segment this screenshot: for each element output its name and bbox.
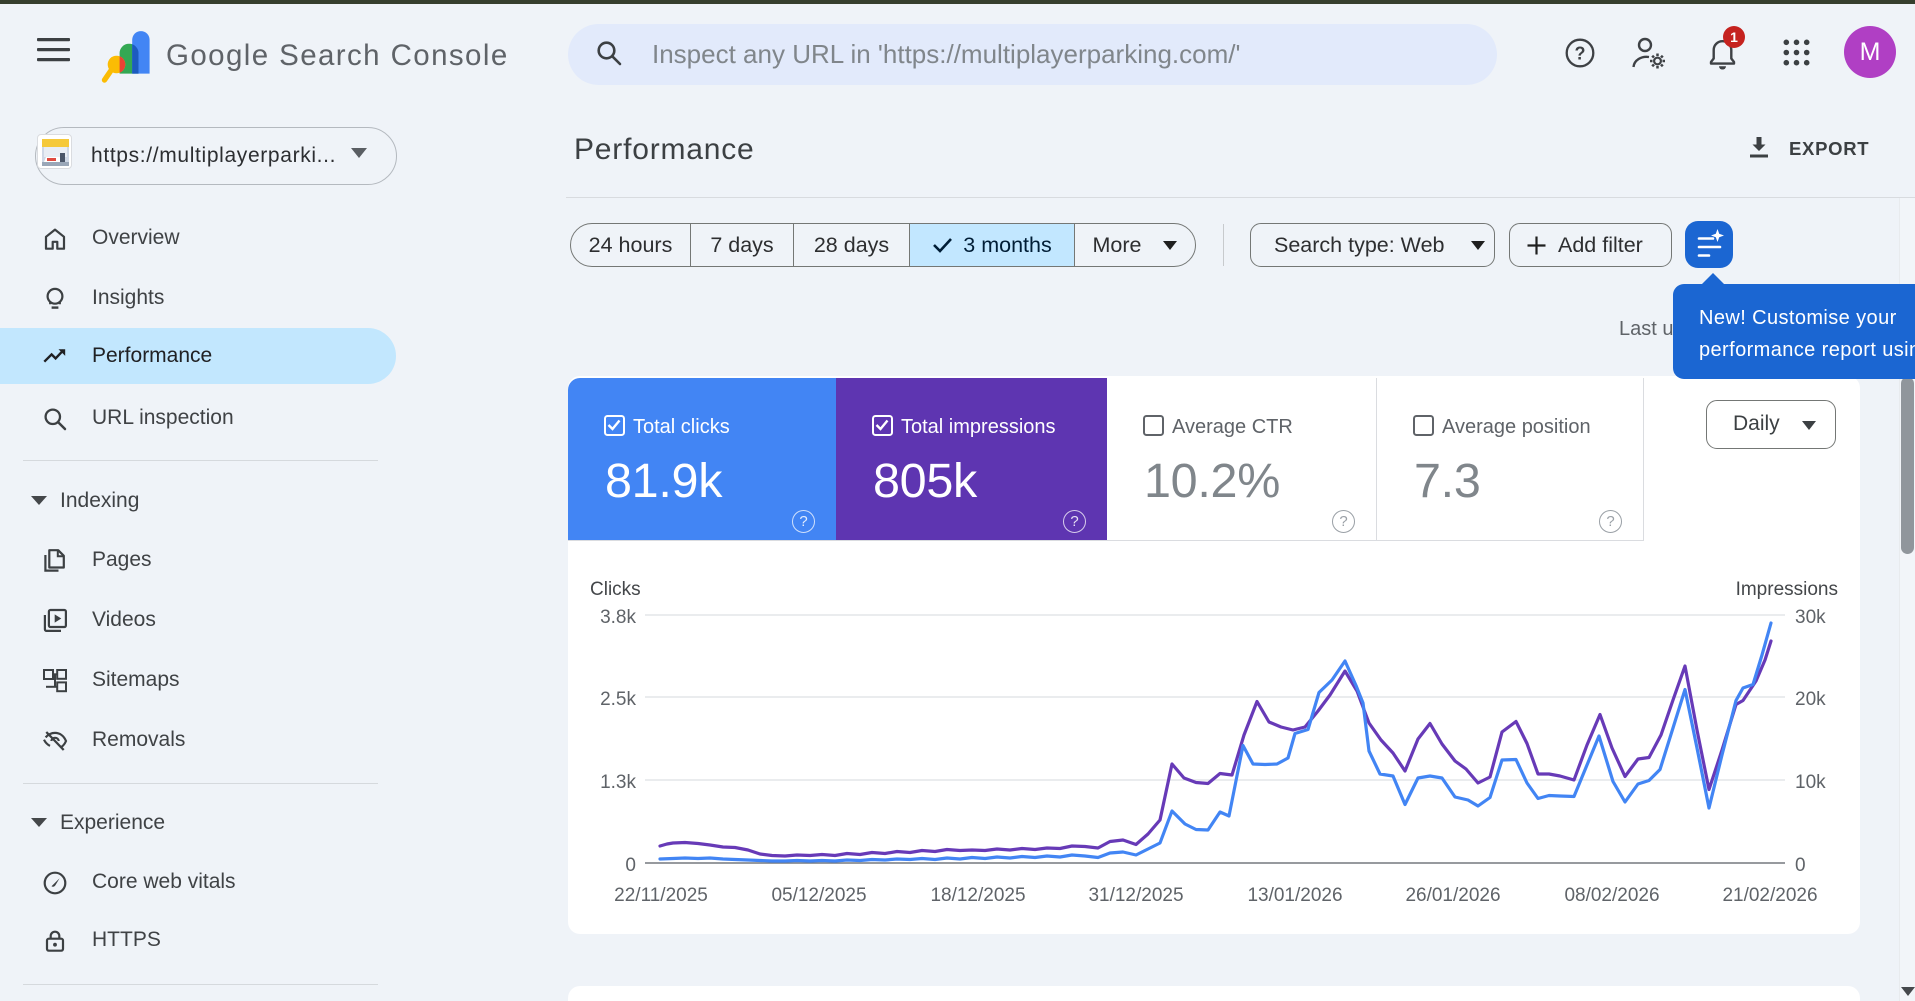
svg-text:22/11/2025: 22/11/2025 (614, 885, 708, 906)
svg-text:0: 0 (1795, 855, 1806, 876)
svg-text:3.8k: 3.8k (600, 607, 636, 628)
svg-text:08/02/2026: 08/02/2026 (1564, 885, 1659, 906)
svg-text:0: 0 (625, 855, 636, 876)
svg-text:31/12/2025: 31/12/2025 (1088, 885, 1183, 906)
svg-text:21/02/2026: 21/02/2026 (1722, 885, 1817, 906)
svg-text:Impressions: Impressions (1736, 579, 1838, 600)
svg-text:10k: 10k (1795, 772, 1826, 793)
svg-text:30k: 30k (1795, 607, 1826, 628)
svg-text:?: ? (1575, 44, 1586, 64)
svg-text:26/01/2026: 26/01/2026 (1405, 885, 1500, 906)
svg-text:05/12/2025: 05/12/2025 (771, 885, 866, 906)
svg-text:13/01/2026: 13/01/2026 (1247, 885, 1342, 906)
svg-text:18/12/2025: 18/12/2025 (930, 885, 1025, 906)
svg-text:2.5k: 2.5k (600, 689, 636, 710)
svg-text:20k: 20k (1795, 689, 1826, 710)
svg-text:1.3k: 1.3k (600, 772, 636, 793)
svg-text:Clicks: Clicks (590, 579, 641, 600)
